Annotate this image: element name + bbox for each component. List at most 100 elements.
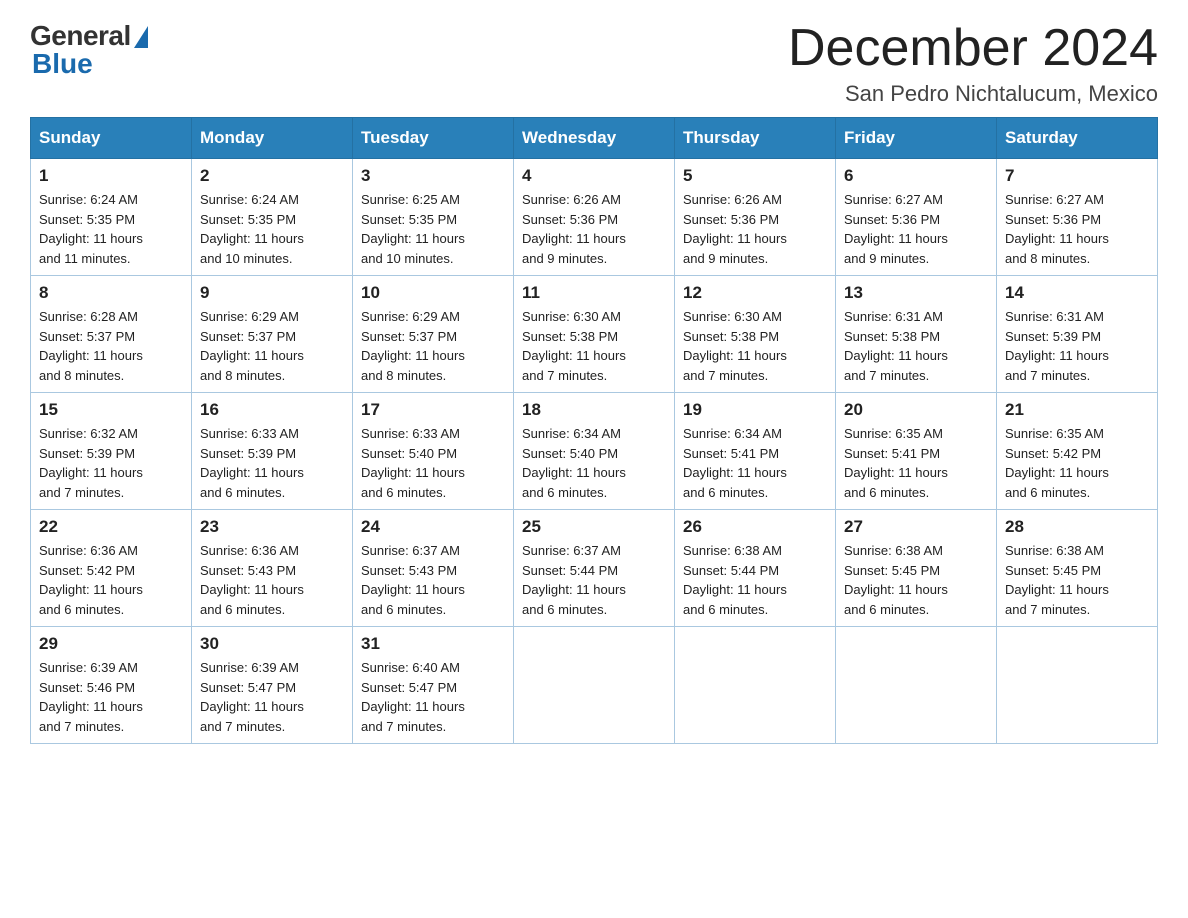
calendar-cell: 17 Sunrise: 6:33 AM Sunset: 5:40 PM Dayli…: [353, 393, 514, 510]
calendar-cell: 19 Sunrise: 6:34 AM Sunset: 5:41 PM Dayli…: [675, 393, 836, 510]
calendar-cell: 27 Sunrise: 6:38 AM Sunset: 5:45 PM Dayli…: [836, 510, 997, 627]
calendar-cell: 15 Sunrise: 6:32 AM Sunset: 5:39 PM Dayli…: [31, 393, 192, 510]
calendar-cell: 1 Sunrise: 6:24 AM Sunset: 5:35 PM Daylig…: [31, 159, 192, 276]
day-number: 27: [844, 517, 988, 537]
day-info: Sunrise: 6:37 AM Sunset: 5:43 PM Dayligh…: [361, 541, 505, 619]
day-number: 15: [39, 400, 183, 420]
day-number: 13: [844, 283, 988, 303]
day-number: 28: [1005, 517, 1149, 537]
calendar-header-row: SundayMondayTuesdayWednesdayThursdayFrid…: [31, 118, 1158, 159]
day-number: 1: [39, 166, 183, 186]
calendar-cell: 9 Sunrise: 6:29 AM Sunset: 5:37 PM Daylig…: [192, 276, 353, 393]
day-info: Sunrise: 6:33 AM Sunset: 5:40 PM Dayligh…: [361, 424, 505, 502]
calendar-cell: 14 Sunrise: 6:31 AM Sunset: 5:39 PM Dayli…: [997, 276, 1158, 393]
day-number: 14: [1005, 283, 1149, 303]
day-number: 18: [522, 400, 666, 420]
calendar-cell: 11 Sunrise: 6:30 AM Sunset: 5:38 PM Dayli…: [514, 276, 675, 393]
day-info: Sunrise: 6:25 AM Sunset: 5:35 PM Dayligh…: [361, 190, 505, 268]
calendar-subtitle: San Pedro Nichtalucum, Mexico: [788, 81, 1158, 107]
day-info: Sunrise: 6:26 AM Sunset: 5:36 PM Dayligh…: [683, 190, 827, 268]
calendar-cell: 20 Sunrise: 6:35 AM Sunset: 5:41 PM Dayli…: [836, 393, 997, 510]
day-number: 16: [200, 400, 344, 420]
calendar-week-row: 15 Sunrise: 6:32 AM Sunset: 5:39 PM Dayli…: [31, 393, 1158, 510]
day-number: 9: [200, 283, 344, 303]
calendar-cell: 23 Sunrise: 6:36 AM Sunset: 5:43 PM Dayli…: [192, 510, 353, 627]
day-info: Sunrise: 6:28 AM Sunset: 5:37 PM Dayligh…: [39, 307, 183, 385]
day-info: Sunrise: 6:30 AM Sunset: 5:38 PM Dayligh…: [522, 307, 666, 385]
day-number: 24: [361, 517, 505, 537]
day-number: 8: [39, 283, 183, 303]
day-number: 11: [522, 283, 666, 303]
calendar-cell: [997, 627, 1158, 744]
calendar-week-row: 1 Sunrise: 6:24 AM Sunset: 5:35 PM Daylig…: [31, 159, 1158, 276]
day-number: 5: [683, 166, 827, 186]
day-info: Sunrise: 6:36 AM Sunset: 5:43 PM Dayligh…: [200, 541, 344, 619]
title-section: December 2024 San Pedro Nichtalucum, Mex…: [788, 20, 1158, 107]
day-number: 7: [1005, 166, 1149, 186]
calendar-cell: 29 Sunrise: 6:39 AM Sunset: 5:46 PM Dayli…: [31, 627, 192, 744]
calendar-header-friday: Friday: [836, 118, 997, 159]
day-info: Sunrise: 6:38 AM Sunset: 5:45 PM Dayligh…: [844, 541, 988, 619]
logo-triangle-icon: [134, 26, 148, 48]
calendar-cell: 25 Sunrise: 6:37 AM Sunset: 5:44 PM Dayli…: [514, 510, 675, 627]
day-info: Sunrise: 6:30 AM Sunset: 5:38 PM Dayligh…: [683, 307, 827, 385]
day-info: Sunrise: 6:37 AM Sunset: 5:44 PM Dayligh…: [522, 541, 666, 619]
day-info: Sunrise: 6:29 AM Sunset: 5:37 PM Dayligh…: [200, 307, 344, 385]
calendar-table: SundayMondayTuesdayWednesdayThursdayFrid…: [30, 117, 1158, 744]
day-info: Sunrise: 6:27 AM Sunset: 5:36 PM Dayligh…: [1005, 190, 1149, 268]
day-number: 17: [361, 400, 505, 420]
day-number: 23: [200, 517, 344, 537]
day-info: Sunrise: 6:26 AM Sunset: 5:36 PM Dayligh…: [522, 190, 666, 268]
day-number: 22: [39, 517, 183, 537]
day-info: Sunrise: 6:34 AM Sunset: 5:41 PM Dayligh…: [683, 424, 827, 502]
calendar-header-monday: Monday: [192, 118, 353, 159]
day-info: Sunrise: 6:38 AM Sunset: 5:45 PM Dayligh…: [1005, 541, 1149, 619]
calendar-cell: 12Sunrise: 6:30 AM Sunset: 5:38 PM Dayli…: [675, 276, 836, 393]
calendar-header-tuesday: Tuesday: [353, 118, 514, 159]
day-info: Sunrise: 6:34 AM Sunset: 5:40 PM Dayligh…: [522, 424, 666, 502]
day-number: 30: [200, 634, 344, 654]
day-info: Sunrise: 6:31 AM Sunset: 5:38 PM Dayligh…: [844, 307, 988, 385]
calendar-cell: 22Sunrise: 6:36 AM Sunset: 5:42 PM Dayli…: [31, 510, 192, 627]
calendar-header-saturday: Saturday: [997, 118, 1158, 159]
day-number: 19: [683, 400, 827, 420]
day-info: Sunrise: 6:39 AM Sunset: 5:47 PM Dayligh…: [200, 658, 344, 736]
calendar-cell: 2Sunrise: 6:24 AM Sunset: 5:35 PM Daylig…: [192, 159, 353, 276]
day-info: Sunrise: 6:27 AM Sunset: 5:36 PM Dayligh…: [844, 190, 988, 268]
calendar-cell: 4 Sunrise: 6:26 AM Sunset: 5:36 PM Daylig…: [514, 159, 675, 276]
day-info: Sunrise: 6:24 AM Sunset: 5:35 PM Dayligh…: [39, 190, 183, 268]
day-info: Sunrise: 6:32 AM Sunset: 5:39 PM Dayligh…: [39, 424, 183, 502]
calendar-header-thursday: Thursday: [675, 118, 836, 159]
calendar-cell: 16 Sunrise: 6:33 AM Sunset: 5:39 PM Dayli…: [192, 393, 353, 510]
day-info: Sunrise: 6:29 AM Sunset: 5:37 PM Dayligh…: [361, 307, 505, 385]
day-info: Sunrise: 6:31 AM Sunset: 5:39 PM Dayligh…: [1005, 307, 1149, 385]
day-number: 2: [200, 166, 344, 186]
day-info: Sunrise: 6:39 AM Sunset: 5:46 PM Dayligh…: [39, 658, 183, 736]
logo: General Blue: [30, 20, 148, 80]
calendar-cell: 8 Sunrise: 6:28 AM Sunset: 5:37 PM Daylig…: [31, 276, 192, 393]
day-number: 29: [39, 634, 183, 654]
calendar-cell: 21 Sunrise: 6:35 AM Sunset: 5:42 PM Dayli…: [997, 393, 1158, 510]
calendar-cell: 30 Sunrise: 6:39 AM Sunset: 5:47 PM Dayli…: [192, 627, 353, 744]
day-number: 10: [361, 283, 505, 303]
day-info: Sunrise: 6:35 AM Sunset: 5:41 PM Dayligh…: [844, 424, 988, 502]
calendar-cell: [514, 627, 675, 744]
day-info: Sunrise: 6:35 AM Sunset: 5:42 PM Dayligh…: [1005, 424, 1149, 502]
calendar-cell: 13 Sunrise: 6:31 AM Sunset: 5:38 PM Dayli…: [836, 276, 997, 393]
day-info: Sunrise: 6:33 AM Sunset: 5:39 PM Dayligh…: [200, 424, 344, 502]
day-number: 25: [522, 517, 666, 537]
day-number: 3: [361, 166, 505, 186]
calendar-week-row: 8 Sunrise: 6:28 AM Sunset: 5:37 PM Daylig…: [31, 276, 1158, 393]
calendar-cell: 24 Sunrise: 6:37 AM Sunset: 5:43 PM Dayli…: [353, 510, 514, 627]
day-number: 26: [683, 517, 827, 537]
calendar-cell: 26Sunrise: 6:38 AM Sunset: 5:44 PM Dayli…: [675, 510, 836, 627]
day-number: 4: [522, 166, 666, 186]
calendar-header-sunday: Sunday: [31, 118, 192, 159]
calendar-week-row: 29 Sunrise: 6:39 AM Sunset: 5:46 PM Dayli…: [31, 627, 1158, 744]
day-number: 21: [1005, 400, 1149, 420]
page-header: General Blue December 2024 San Pedro Nic…: [30, 20, 1158, 107]
day-info: Sunrise: 6:40 AM Sunset: 5:47 PM Dayligh…: [361, 658, 505, 736]
calendar-week-row: 22Sunrise: 6:36 AM Sunset: 5:42 PM Dayli…: [31, 510, 1158, 627]
day-number: 6: [844, 166, 988, 186]
day-number: 20: [844, 400, 988, 420]
